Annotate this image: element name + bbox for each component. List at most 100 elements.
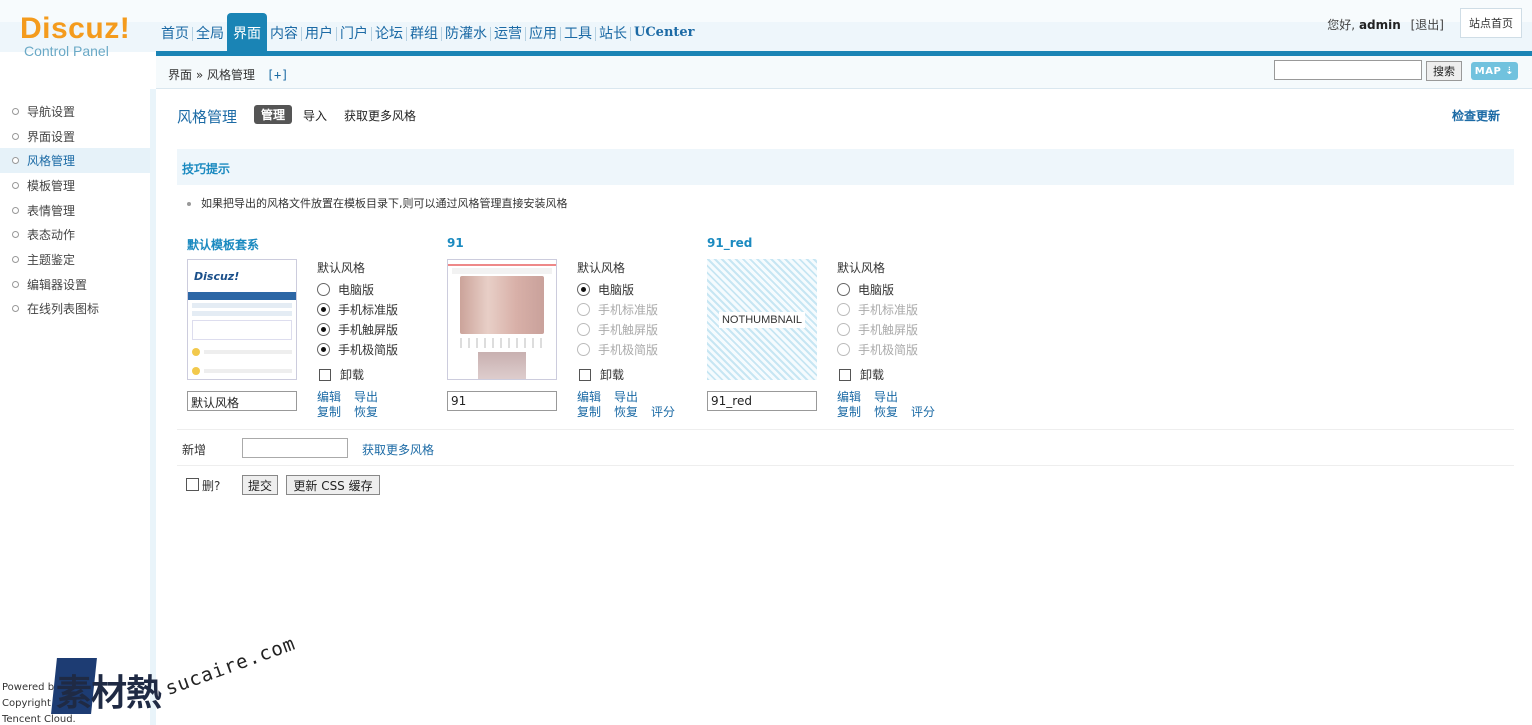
- nav-tools[interactable]: 工具: [561, 13, 595, 52]
- search-button[interactable]: 搜索: [1426, 61, 1462, 81]
- rate-link[interactable]: 评分: [651, 405, 675, 419]
- style-title[interactable]: 91_red: [707, 236, 752, 250]
- greeting: 您好,: [1327, 18, 1356, 32]
- search-input[interactable]: [1274, 60, 1422, 80]
- nav-operation[interactable]: 运营: [491, 13, 525, 52]
- sidebar-item-reactions[interactable]: 表态动作: [0, 222, 150, 247]
- copy-link[interactable]: 复制: [837, 405, 861, 419]
- checkbox-icon[interactable]: [319, 368, 331, 381]
- sidebar-item-template-management[interactable]: 模板管理: [0, 173, 150, 198]
- sidebar-item-online-icons[interactable]: 在线列表图标: [0, 297, 150, 322]
- option-pc[interactable]: 电脑版: [577, 279, 658, 299]
- sidebar-item-style-management[interactable]: 风格管理: [0, 148, 150, 174]
- sidebar-item-editor-settings[interactable]: 编辑器设置: [0, 272, 150, 297]
- option-pc[interactable]: 电脑版: [317, 279, 398, 299]
- style-name-input[interactable]: 91: [447, 391, 557, 411]
- edit-link[interactable]: 编辑: [837, 390, 861, 404]
- nav-ucenter[interactable]: UCenter: [631, 13, 698, 52]
- uninstall-option[interactable]: 卸载: [577, 366, 658, 383]
- restore-link[interactable]: 恢复: [614, 405, 638, 419]
- uninstall-label: 卸载: [340, 368, 365, 382]
- submit-button[interactable]: 提交: [242, 475, 278, 495]
- radio-icon: [577, 322, 590, 336]
- copy-link[interactable]: 复制: [317, 405, 341, 419]
- radio-icon[interactable]: [317, 322, 330, 336]
- sidebar-item-interface-settings[interactable]: 界面设置: [0, 124, 150, 149]
- tab-import[interactable]: 导入: [303, 107, 327, 124]
- nav-apps[interactable]: 应用: [526, 13, 560, 52]
- export-link[interactable]: 导出: [354, 390, 378, 404]
- edit-link[interactable]: 编辑: [577, 390, 601, 404]
- radio-icon[interactable]: [317, 302, 330, 316]
- get-more-styles-link[interactable]: 获取更多风格: [362, 441, 434, 458]
- nav-portal[interactable]: 门户: [337, 13, 371, 52]
- add-shortcut-link[interactable]: [+]: [267, 68, 289, 82]
- uninstall-option[interactable]: 卸载: [837, 366, 918, 383]
- delete-checkbox[interactable]: [186, 478, 199, 491]
- restore-link[interactable]: 恢复: [874, 405, 898, 419]
- nav-forum[interactable]: 论坛: [372, 13, 406, 52]
- radio-icon[interactable]: [837, 282, 850, 296]
- rate-link[interactable]: 评分: [911, 405, 935, 419]
- option-label: 手机标准版: [858, 302, 919, 317]
- style-title[interactable]: 默认模板套系: [187, 236, 259, 253]
- nav-content[interactable]: 内容: [267, 13, 301, 52]
- edit-link[interactable]: 编辑: [317, 390, 341, 404]
- thumb-line: [192, 364, 292, 378]
- nav-users[interactable]: 用户: [302, 13, 336, 52]
- checkbox-icon[interactable]: [579, 368, 591, 381]
- style-card-default: 默认模板套系 Discuz! 默认风格 默认风格 电脑版 手机标准版 手机触屏版…: [187, 233, 447, 423]
- nav-webmaster[interactable]: 站长: [596, 13, 630, 52]
- logo-brand: Discuz!: [20, 12, 131, 45]
- site-home-button[interactable]: 站点首页: [1460, 8, 1522, 38]
- update-css-cache-button[interactable]: 更新 CSS 缓存: [286, 475, 380, 495]
- radio-icon: [837, 302, 850, 316]
- style-name-input[interactable]: 默认风格: [187, 391, 297, 411]
- option-mobile-standard[interactable]: 手机标准版: [317, 299, 398, 319]
- option-pc[interactable]: 电脑版: [837, 279, 918, 299]
- nav-antispam[interactable]: 防灌水: [442, 13, 490, 52]
- radio-icon[interactable]: [317, 342, 330, 356]
- tab-get-more-styles[interactable]: 获取更多风格: [344, 107, 416, 124]
- style-title[interactable]: 91: [447, 236, 464, 250]
- style-thumbnail[interactable]: NOTHUMBNAIL: [707, 259, 817, 380]
- restore-link[interactable]: 恢复: [354, 405, 378, 419]
- sidebar-item-emoji-management[interactable]: 表情管理: [0, 198, 150, 223]
- tab-manage[interactable]: 管理: [254, 105, 292, 124]
- radio-icon[interactable]: [577, 282, 590, 296]
- option-mobile-touch[interactable]: 手机触屏版: [317, 319, 398, 339]
- tips-box: 技巧提示: [177, 149, 1514, 185]
- add-style-input[interactable]: [242, 438, 348, 458]
- nav-global[interactable]: 全局: [193, 13, 227, 52]
- divider: [177, 465, 1514, 466]
- sidebar-item-label: 编辑器设置: [27, 277, 88, 292]
- checkbox-icon[interactable]: [839, 368, 851, 381]
- uninstall-option[interactable]: 卸载: [317, 366, 398, 383]
- radio-icon[interactable]: [317, 282, 330, 296]
- thumb-logo-icon: Discuz!: [194, 270, 240, 283]
- style-name-input[interactable]: 91_red: [707, 391, 817, 411]
- bullet-icon: [12, 231, 19, 239]
- sidebar-item-label: 表态动作: [27, 228, 76, 243]
- style-thumbnail[interactable]: [447, 259, 557, 380]
- option-label: 手机极简版: [598, 342, 659, 357]
- sidebar-item-label: 在线列表图标: [27, 302, 100, 317]
- export-link[interactable]: 导出: [614, 390, 638, 404]
- nav-group[interactable]: 群组: [407, 13, 441, 52]
- sidebar-item-thread-stamps[interactable]: 主题鉴定: [0, 247, 150, 272]
- copy-link[interactable]: 复制: [577, 405, 601, 419]
- add-style-label: 新增: [182, 443, 207, 457]
- option-mobile-simple[interactable]: 手机极简版: [317, 339, 398, 359]
- nav-interface[interactable]: 界面: [227, 13, 267, 52]
- logo[interactable]: Discuz! Control Panel: [20, 12, 150, 60]
- map-button[interactable]: MAP ⇣: [1471, 62, 1518, 80]
- export-link[interactable]: 导出: [874, 390, 898, 404]
- nav-home[interactable]: 首页: [158, 13, 192, 52]
- style-actions: 编辑 导出 复制 恢复 评分: [837, 390, 948, 420]
- check-update-link[interactable]: 检查更新: [1452, 107, 1500, 124]
- option-label: 电脑版: [598, 282, 635, 297]
- style-thumbnail[interactable]: Discuz!: [187, 259, 297, 380]
- bullet-icon: [12, 157, 19, 165]
- logout-link[interactable]: [退出]: [1411, 18, 1444, 32]
- sidebar-item-nav-settings[interactable]: 导航设置: [0, 99, 150, 124]
